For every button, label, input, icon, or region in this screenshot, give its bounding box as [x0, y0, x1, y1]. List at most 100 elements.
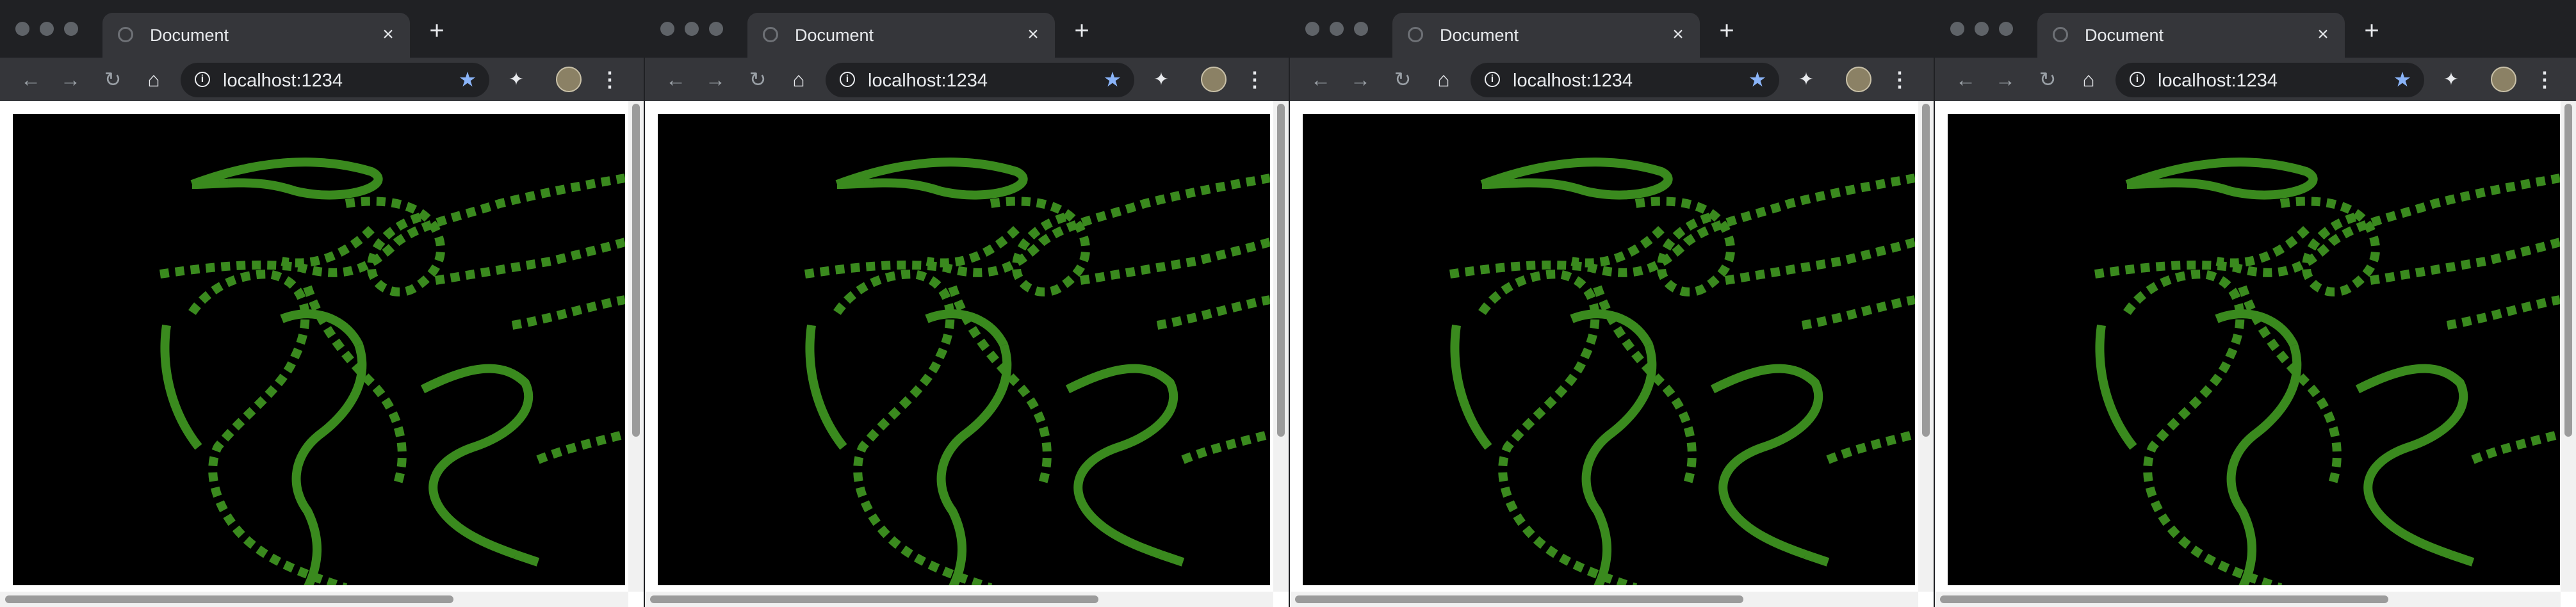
- tab-title: Document: [795, 26, 874, 45]
- horizontal-scrollbar[interactable]: [0, 592, 628, 607]
- zoom-window-button[interactable]: [64, 22, 78, 36]
- arrow-left-icon[interactable]: ←: [663, 67, 689, 92]
- arrow-right-icon[interactable]: →: [58, 67, 83, 92]
- address-bar[interactable]: i localhost:1234 ★: [826, 63, 1134, 97]
- kebab-menu-icon[interactable]: ⋮: [2534, 67, 2555, 92]
- pin-icon[interactable]: ✦: [1151, 69, 1171, 90]
- minimize-window-button[interactable]: [1330, 22, 1344, 36]
- drawing-canvas[interactable]: [1303, 114, 1915, 585]
- drawn-stroke: [1570, 226, 1665, 268]
- info-icon[interactable]: i: [2130, 72, 2145, 87]
- squiggle-drawing: [804, 158, 1270, 585]
- vertical-scroll-thumb[interactable]: [632, 104, 640, 437]
- reload-icon[interactable]: ↻: [2035, 67, 2060, 92]
- vertical-scrollbar[interactable]: [1918, 101, 1934, 592]
- arrow-left-icon[interactable]: ←: [1308, 67, 1333, 92]
- reload-icon[interactable]: ↻: [1390, 67, 1415, 92]
- arrow-right-icon[interactable]: →: [703, 67, 728, 92]
- vertical-scroll-thumb[interactable]: [1922, 104, 1930, 437]
- url-text: localhost:1234: [223, 70, 343, 91]
- address-bar[interactable]: i localhost:1234 ★: [2115, 63, 2424, 97]
- url-text: localhost:1234: [1513, 70, 1633, 91]
- close-window-button[interactable]: [1305, 22, 1319, 36]
- address-bar[interactable]: i localhost:1234 ★: [1471, 63, 1779, 97]
- vertical-scrollbar[interactable]: [628, 101, 644, 592]
- plus-icon[interactable]: +: [1069, 18, 1095, 44]
- horizontal-scroll-thumb[interactable]: [5, 595, 453, 603]
- zoom-window-button[interactable]: [1354, 22, 1368, 36]
- horizontal-scrollbar[interactable]: [1935, 592, 2561, 607]
- plus-icon[interactable]: +: [424, 18, 450, 44]
- close-icon[interactable]: ×: [2313, 24, 2333, 45]
- arrow-left-icon[interactable]: ←: [1953, 67, 1978, 92]
- vertical-scroll-thumb[interactable]: [1277, 104, 1285, 437]
- plus-icon[interactable]: +: [2359, 18, 2384, 44]
- close-window-button[interactable]: [1950, 22, 1964, 36]
- drawn-stroke: [835, 158, 1028, 200]
- minimize-window-button[interactable]: [1975, 22, 1989, 36]
- zoom-window-button[interactable]: [1999, 22, 2013, 36]
- address-bar[interactable]: i localhost:1234 ★: [181, 63, 489, 97]
- pin-icon[interactable]: ✦: [506, 69, 526, 90]
- home-icon[interactable]: ⌂: [141, 67, 167, 92]
- arrow-left-icon[interactable]: ←: [18, 67, 44, 92]
- star-icon[interactable]: ★: [2391, 68, 2414, 91]
- minimize-window-button[interactable]: [40, 22, 54, 36]
- drawing-canvas[interactable]: [13, 114, 625, 585]
- tab-document[interactable]: Document ×: [2037, 13, 2345, 58]
- arrow-right-icon[interactable]: →: [1993, 67, 2018, 92]
- horizontal-scrollbar[interactable]: [1290, 592, 1918, 607]
- browser-window-4: Document × + ← → ↻ ⌂ i localhost:1234 ★ …: [1935, 0, 2576, 607]
- pin-icon[interactable]: ✦: [2441, 69, 2461, 90]
- reload-icon[interactable]: ↻: [745, 67, 770, 92]
- close-window-button[interactable]: [15, 22, 29, 36]
- avatar[interactable]: [556, 67, 582, 92]
- drawn-stroke: [160, 325, 202, 450]
- browser-window-2: Document × + ← → ↻ ⌂ i localhost:1234 ★ …: [645, 0, 1289, 607]
- kebab-menu-icon[interactable]: ⋮: [599, 67, 620, 92]
- horizontal-scroll-thumb[interactable]: [650, 595, 1098, 603]
- close-icon[interactable]: ×: [1668, 24, 1688, 45]
- drawn-stroke: [804, 174, 1270, 279]
- horizontal-scroll-thumb[interactable]: [1295, 595, 1743, 603]
- reload-icon[interactable]: ↻: [100, 67, 126, 92]
- kebab-menu-icon[interactable]: ⋮: [1244, 67, 1265, 92]
- avatar[interactable]: [1846, 67, 1871, 92]
- drawing-canvas[interactable]: [1948, 114, 2560, 585]
- pin-icon[interactable]: ✦: [1796, 69, 1816, 90]
- close-icon[interactable]: ×: [378, 24, 398, 45]
- star-icon[interactable]: ★: [1101, 68, 1124, 91]
- horizontal-scroll-thumb[interactable]: [1940, 595, 2388, 603]
- avatar[interactable]: [2491, 67, 2516, 92]
- arrow-right-icon[interactable]: →: [1348, 67, 1373, 92]
- drawn-stroke: [990, 197, 1091, 297]
- traffic-lights: [1950, 22, 2013, 36]
- horizontal-scrollbar[interactable]: [645, 592, 1273, 607]
- close-icon[interactable]: ×: [1023, 24, 1043, 45]
- drawing-canvas[interactable]: [658, 114, 1270, 585]
- drawn-stroke: [420, 364, 540, 567]
- vertical-scroll-thumb[interactable]: [2564, 104, 2572, 437]
- vertical-scrollbar[interactable]: [2561, 101, 2576, 592]
- tab-document[interactable]: Document ×: [102, 13, 410, 58]
- star-icon[interactable]: ★: [1746, 68, 1769, 91]
- avatar[interactable]: [1201, 67, 1227, 92]
- minimize-window-button[interactable]: [685, 22, 699, 36]
- tab-title: Document: [1440, 26, 1519, 45]
- home-icon[interactable]: ⌂: [2076, 67, 2101, 92]
- vertical-scrollbar[interactable]: [1273, 101, 1289, 592]
- star-icon[interactable]: ★: [456, 68, 479, 91]
- home-icon[interactable]: ⌂: [1431, 67, 1456, 92]
- zoom-window-button[interactable]: [709, 22, 723, 36]
- close-window-button[interactable]: [660, 22, 674, 36]
- tab-document[interactable]: Document ×: [1392, 13, 1700, 58]
- home-icon[interactable]: ⌂: [786, 67, 811, 92]
- tab-document[interactable]: Document ×: [747, 13, 1055, 58]
- drawn-stroke: [1079, 238, 1270, 285]
- info-icon[interactable]: i: [840, 72, 855, 87]
- plus-icon[interactable]: +: [1714, 18, 1740, 44]
- kebab-menu-icon[interactable]: ⋮: [1889, 67, 1910, 92]
- squiggle-drawing: [1449, 158, 1915, 585]
- info-icon[interactable]: i: [1485, 72, 1500, 87]
- info-icon[interactable]: i: [195, 72, 210, 87]
